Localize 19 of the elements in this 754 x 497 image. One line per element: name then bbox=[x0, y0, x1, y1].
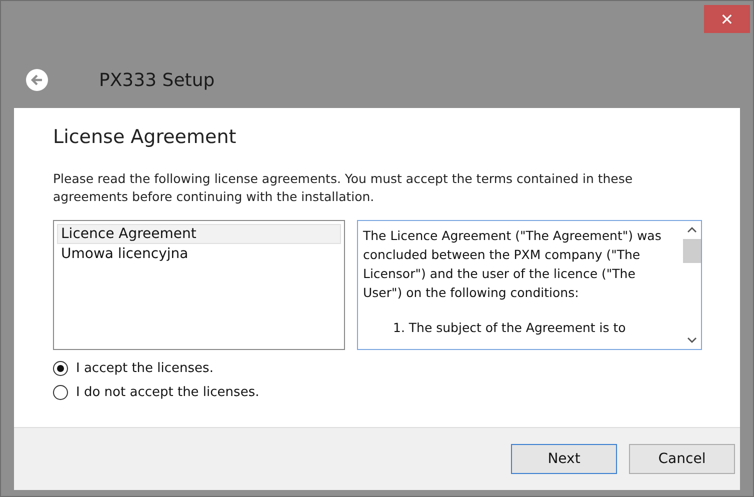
page-heading: License Agreement bbox=[53, 126, 238, 148]
agreement-paragraph: The Licence Agreement ("The Agreement") was concluded between the PXM company ("The Licensor") and the user of the licence ("The User") on the following conditions: bbox=[363, 227, 662, 302]
window-title: PX333 Setup bbox=[99, 70, 215, 90]
scroll-up-icon[interactable] bbox=[686, 225, 698, 235]
scroll-down-icon[interactable] bbox=[686, 335, 698, 345]
agreement-text-box[interactable] bbox=[357, 220, 702, 350]
agreement-paragraph: 1. The subject of the Agreement is to bbox=[392, 319, 627, 337]
radio-button[interactable] bbox=[53, 384, 68, 400]
dialog-button[interactable]: Next bbox=[511, 444, 617, 474]
dialog-button[interactable]: Cancel bbox=[629, 444, 735, 474]
instructions-text: Please read the following license agreements. You must accept the terms contained in these agreements before continuing with the installation. bbox=[53, 170, 634, 206]
scrollbar-thumb[interactable] bbox=[683, 239, 701, 263]
radio-label[interactable]: I do not accept the licenses. bbox=[76, 384, 260, 400]
radio-label[interactable]: I accept the licenses. bbox=[76, 360, 214, 376]
license-list-item[interactable]: Licence Agreement bbox=[57, 224, 341, 244]
back-icon[interactable] bbox=[26, 69, 48, 91]
radio-button[interactable] bbox=[53, 360, 68, 376]
license-list-item[interactable]: Umowa licencyjna bbox=[57, 244, 341, 264]
close-button[interactable]: ✕ bbox=[704, 5, 750, 33]
